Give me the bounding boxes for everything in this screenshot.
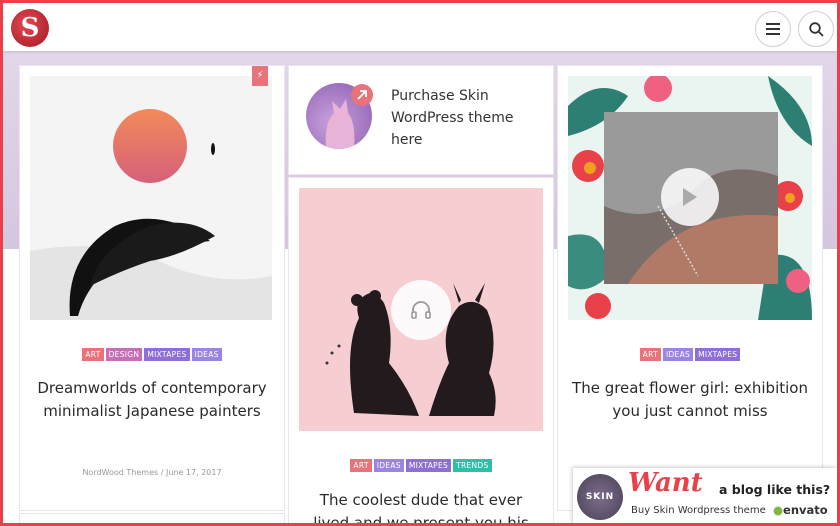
tag-ideas[interactable]: IDEAS [662, 348, 694, 361]
tag-art[interactable]: ART [350, 459, 372, 472]
search-icon [808, 21, 824, 37]
post-image-minimalist-art[interactable] [30, 76, 272, 320]
buy-theme-banner[interactable]: SKIN Want a blog like this? Buy Skin Wor… [573, 468, 837, 526]
tag-trends[interactable]: TRENDS [453, 459, 492, 472]
post-card-partial[interactable] [20, 514, 284, 526]
post-date: June 17, 2017 [165, 468, 222, 477]
post-tags: ART DESIGN MIXTAPES IDEAS [20, 348, 284, 361]
post-title[interactable]: The coolest dude that ever lived and we … [303, 489, 539, 526]
site-header: S [3, 3, 837, 51]
hamburger-icon [766, 23, 780, 35]
promo-text[interactable]: Purchase Skin WordPress theme here [391, 85, 541, 151]
tag-mixtapes[interactable]: MIXTAPES [144, 348, 190, 361]
banner-sub: Buy Skin Wordpress theme [631, 505, 766, 516]
post-card-dreamworlds[interactable]: ⚡ ART DESIGN MIXTAPES IDEAS Dreamworlds … [20, 66, 284, 510]
post-image-flower-girl[interactable] [568, 76, 812, 320]
post-meta: NordWood Themes / June 17, 2017 [82, 468, 222, 477]
tag-mixtapes[interactable]: MIXTAPES [405, 459, 452, 472]
tag-art[interactable]: ART [639, 348, 661, 361]
flash-icon: ⚡ [252, 66, 268, 86]
arrow-up-right-icon [351, 84, 373, 106]
play-icon[interactable] [661, 168, 719, 226]
banner-headline: a blog like this? [719, 482, 831, 497]
post-card-flower-girl[interactable]: ART IDEAS MIXTAPES The great flower girl… [558, 66, 822, 510]
menu-button[interactable] [755, 11, 791, 47]
tag-art[interactable]: ART [82, 348, 104, 361]
site-logo[interactable]: S [11, 9, 49, 47]
post-author[interactable]: NordWood Themes [82, 468, 158, 477]
post-tags: ART IDEAS MIXTAPES TRENDS [289, 459, 553, 472]
banner-avatar: SKIN [577, 474, 623, 520]
tag-ideas[interactable]: IDEAS [191, 348, 222, 361]
headphones-icon[interactable] [391, 280, 451, 340]
post-image-dancers[interactable] [299, 188, 543, 431]
post-title[interactable]: Dreamworlds of contemporary minimalist J… [34, 377, 270, 422]
search-button[interactable] [798, 11, 834, 47]
post-card-coolest-dude[interactable]: ART IDEAS MIXTAPES TRENDS The coolest du… [289, 178, 553, 526]
post-tags: ART IDEAS MIXTAPES [558, 348, 822, 361]
post-title[interactable]: The great flower girl: exhibition you ju… [572, 377, 808, 422]
banner-want: Want [628, 468, 703, 498]
envato-logo: ●envato [773, 503, 828, 517]
tag-design[interactable]: DESIGN [105, 348, 143, 361]
promo-card[interactable]: Purchase Skin WordPress theme here [289, 66, 553, 174]
tag-ideas[interactable]: IDEAS [373, 459, 404, 472]
tag-mixtapes[interactable]: MIXTAPES [695, 348, 741, 361]
